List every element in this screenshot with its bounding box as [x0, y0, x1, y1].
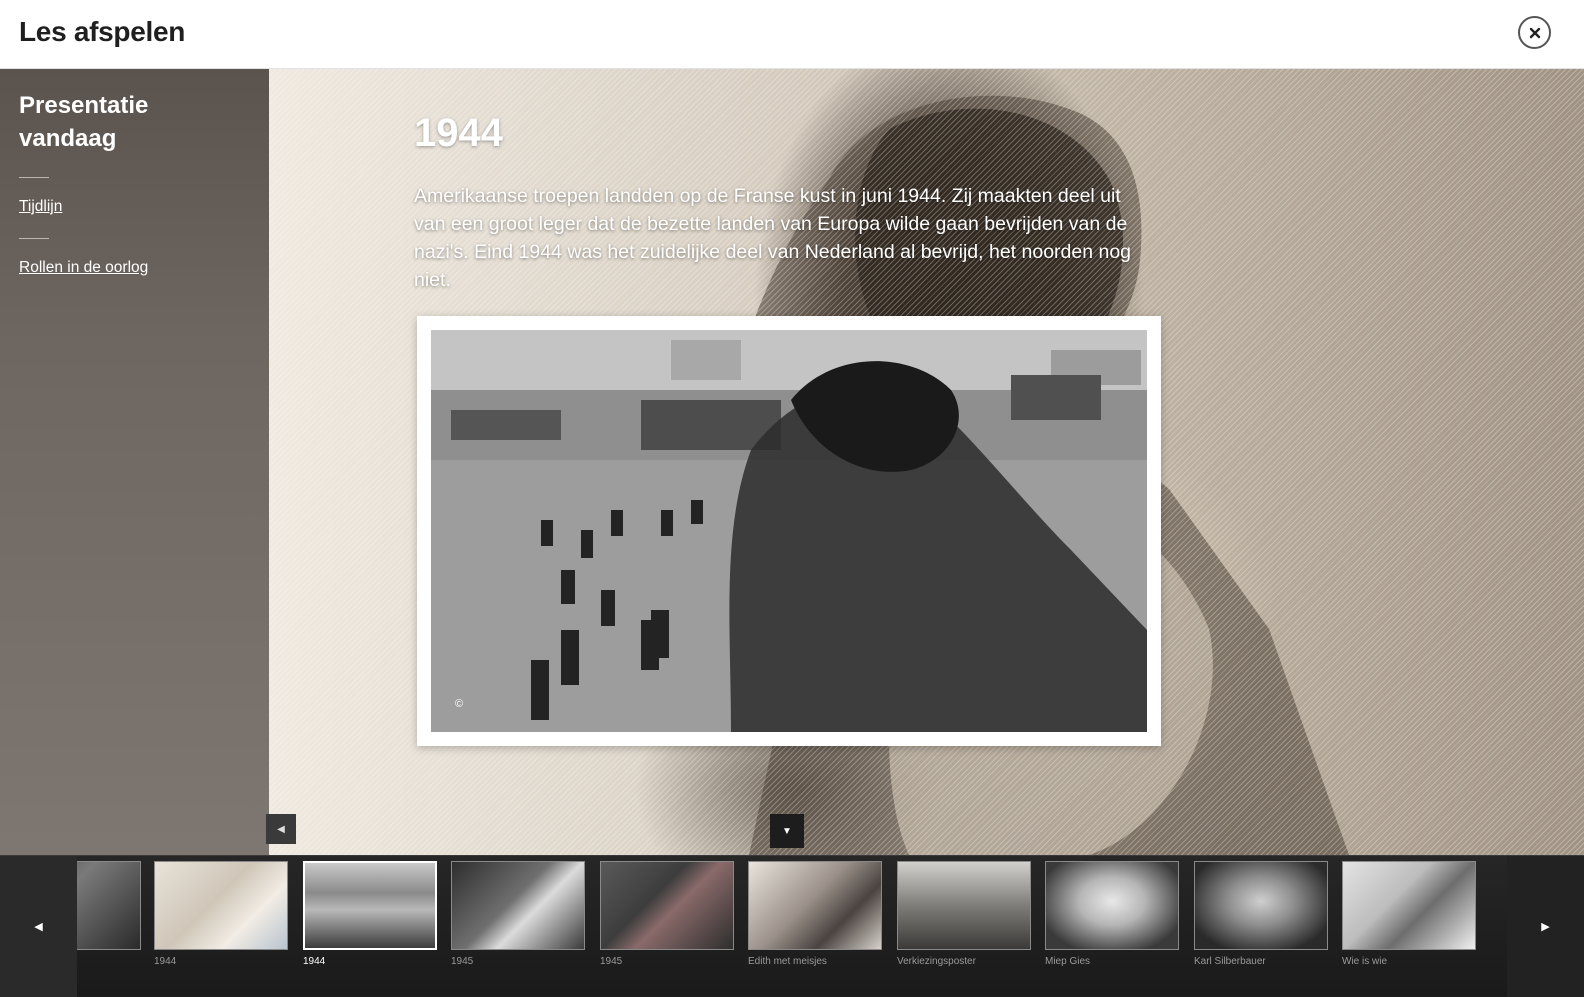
page-title: Les afspelen — [19, 16, 186, 47]
sidebar-link-rollen[interactable]: Rollen in de oorlog — [19, 259, 250, 277]
divider — [19, 238, 49, 239]
filmstrip-thumbnail[interactable] — [77, 861, 141, 956]
thumbnail-image — [1194, 861, 1328, 950]
slide-stage: 1944 Amerikaanse troepen landden op de F… — [269, 69, 1584, 855]
triangle-right-icon: ▶ — [1541, 921, 1550, 933]
filmstrip-prev-button[interactable]: ◀ — [0, 856, 77, 997]
filmstrip-thumbnail[interactable]: 1945 — [451, 861, 585, 967]
thumbnail-image — [1342, 861, 1476, 950]
photo-frame: © — [417, 316, 1161, 746]
sidebar-link-tijdlijn[interactable]: Tijdlijn — [19, 198, 250, 216]
filmstrip-thumbnail[interactable]: 1945 — [600, 861, 734, 967]
thumbnail-caption: Karl Silberbauer — [1194, 956, 1266, 967]
filmstrip-thumbnail[interactable]: Verkiezingsposter — [897, 861, 1031, 967]
filmstrip-next-button[interactable]: ▶ — [1507, 856, 1584, 997]
sidebar: Presentatie vandaag Tijdlijn Rollen in d… — [0, 69, 269, 855]
triangle-left-icon: ◀ — [34, 921, 43, 933]
slide-photo: © — [431, 330, 1147, 732]
thumbnail-image — [303, 861, 437, 950]
sidebar-title: Presentatie vandaag — [19, 92, 149, 152]
filmstrip-thumbnails: 1944 1944 1945 1945 Edith met meisjes Verkiez… — [77, 856, 1507, 997]
close-icon — [1529, 27, 1540, 38]
thumbnail-caption: 1944 — [303, 956, 326, 967]
triangle-down-icon: ▼ — [782, 825, 792, 837]
thumbnail-caption: 1945 — [451, 956, 474, 967]
photo-copyright: © — [455, 698, 464, 710]
slide-body: Amerikaanse troepen landden op de Franse… — [414, 185, 1132, 291]
beach-landing-photo — [431, 330, 1147, 732]
filmstrip-thumbnail[interactable]: Miep Gies — [1045, 861, 1179, 967]
close-button[interactable] — [1518, 16, 1551, 49]
divider — [19, 177, 49, 178]
filmstrip-toggle-button[interactable]: ▼ — [770, 814, 804, 848]
sidebar-toggle-button[interactable]: ◀ — [266, 814, 296, 844]
thumbnail-caption: Miep Gies — [1045, 956, 1091, 967]
filmstrip-thumbnail[interactable]: 1944 — [303, 861, 437, 967]
thumbnail-image — [897, 861, 1031, 950]
thumbnail-image — [1045, 861, 1179, 950]
thumbnail-caption: Wie is wie — [1342, 956, 1388, 967]
thumbnail-caption: 1944 — [154, 956, 177, 967]
thumbnail-caption: Edith met meisjes — [748, 956, 827, 967]
filmstrip: ◀ 1944 1944 1945 1945 Edith met meisjes Verki… — [0, 855, 1584, 997]
thumbnail-image — [600, 861, 734, 950]
thumbnail-caption: Verkiezingsposter — [897, 956, 976, 967]
thumbnail-image — [154, 861, 288, 950]
filmstrip-thumbnail[interactable]: Edith met meisjes — [748, 861, 882, 967]
slide-title: 1944 — [414, 111, 503, 155]
thumbnail-image — [748, 861, 882, 950]
header-bar: Les afspelen — [0, 0, 1584, 69]
thumbnail-caption: 1945 — [600, 956, 623, 967]
thumbnail-image — [451, 861, 585, 950]
filmstrip-thumbnail[interactable]: 1944 — [154, 861, 288, 967]
thumbnail-image — [77, 861, 141, 950]
filmstrip-thumbnail[interactable]: Karl Silberbauer — [1194, 861, 1328, 967]
filmstrip-thumbnail[interactable]: Wie is wie — [1342, 861, 1476, 967]
triangle-left-icon: ◀ — [277, 823, 285, 835]
